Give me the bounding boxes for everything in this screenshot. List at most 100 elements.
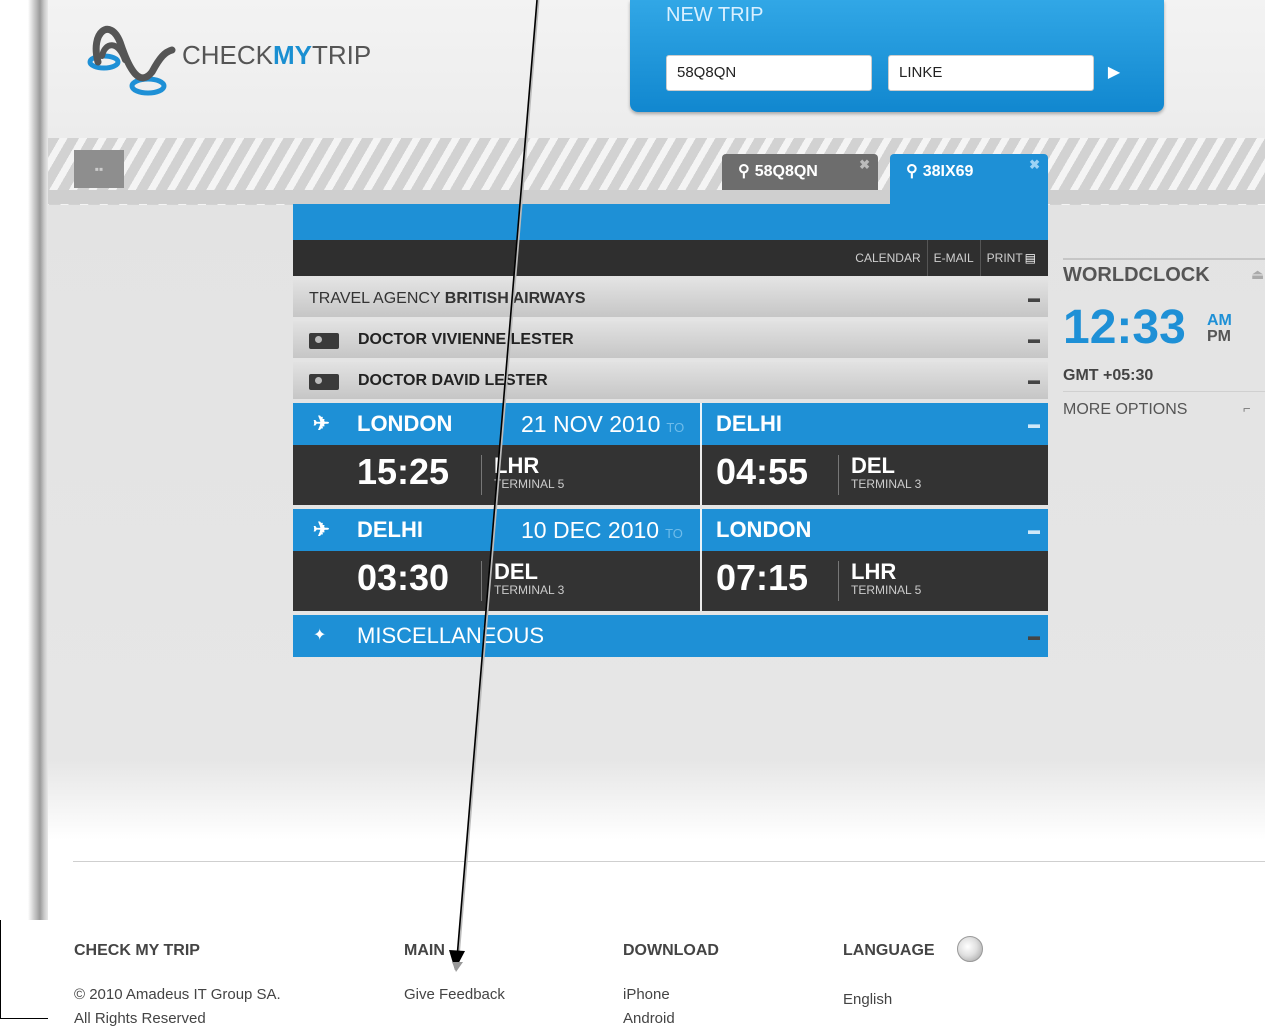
footer-divider (73, 861, 1265, 862)
more-options-link[interactable]: MORE OPTIONS (1063, 401, 1187, 419)
person-icon (309, 333, 339, 349)
segment-split (700, 509, 702, 611)
flight-times: 03:30 DEL TERMINAL 3 07:15 LHR TERMINAL … (293, 551, 1048, 611)
collapse-icon[interactable]: ▬ (1028, 362, 1040, 399)
footer-col-title: DOWNLOAD (623, 942, 719, 959)
departure-airport: LHR (494, 453, 540, 478)
tab-trip-58q8qn[interactable]: ⚲ 58Q8QN ✖ (722, 154, 878, 190)
am-label[interactable]: AM (1207, 313, 1232, 329)
plane-icon: ✈ (313, 519, 330, 541)
footer-col-title: MAIN (404, 942, 445, 959)
divider (481, 455, 482, 495)
to-word: TO (666, 420, 685, 435)
calendar-link[interactable]: CALENDAR (849, 240, 926, 276)
agency-name: BRITISH AIRWAYS (444, 290, 586, 307)
timezone-offset: GMT +05:30 (1063, 367, 1154, 384)
footer-col-title: LANGUAGE (843, 942, 935, 959)
collapse-icon[interactable]: ▬ (1028, 280, 1040, 317)
destination-city: DELHI (716, 411, 782, 436)
home-icon: ▪▪ (94, 162, 104, 176)
tab-trip-38ix69[interactable]: ⚲ 38IX69 ✖ (890, 154, 1048, 204)
flight-date: 21 NOV 2010 (521, 411, 661, 437)
flight-date-wrap: 10 DEC 2010 TO (521, 509, 683, 555)
home-tab[interactable]: ▪▪ (74, 150, 124, 188)
arrival-airport: LHR (851, 559, 897, 584)
give-feedback-link[interactable]: Give Feedback (404, 986, 505, 1003)
collapse-icon[interactable]: ▬ (1028, 615, 1040, 657)
rights-text: All Rights Reserved (74, 1010, 206, 1027)
logo-icon[interactable] (80, 12, 180, 102)
iphone-link[interactable]: iPhone (623, 986, 670, 1003)
pin-icon: ⚲ (738, 163, 750, 180)
miscellaneous-label: MISCELLANEOUS (357, 623, 545, 648)
departure-time: 03:30 (357, 557, 450, 598)
flight-segment[interactable]: ✈ DELHI 10 DEC 2010 TO LONDON ▬ 03:30 DEL… (293, 509, 1048, 611)
email-link[interactable]: E-MAIL (926, 240, 980, 276)
plane-icon: ✈ (313, 413, 330, 435)
android-link[interactable]: Android (623, 1010, 675, 1027)
divider (838, 455, 839, 495)
globe-icon (957, 936, 983, 962)
worldclock-top-line (1063, 258, 1265, 260)
itinerary-toolbar: CALENDAR E-MAIL PRINT ▤ (293, 240, 1048, 276)
eject-icon[interactable]: ⏏ (1251, 266, 1264, 283)
departure-terminal: TERMINAL 5 (494, 477, 565, 491)
flight-header: ✈ LONDON 21 NOV 2010 TO DELHI ▬ (293, 403, 1048, 445)
flight-date-wrap: 21 NOV 2010 TO (521, 403, 684, 449)
options-icon[interactable]: ⌐ (1243, 401, 1251, 416)
new-trip-panel: NEW TRIP 58Q8QN LINKE ▶ (630, 0, 1164, 112)
tab-label: 58Q8QN (754, 163, 818, 180)
new-trip-title: NEW TRIP (666, 4, 764, 26)
collapse-icon[interactable]: ▬ (1028, 321, 1040, 358)
left-shadow (0, 0, 48, 920)
agency-label: TRAVEL AGENCY (309, 290, 441, 307)
divider (1063, 391, 1265, 392)
origin-city: DELHI (357, 517, 423, 542)
booking-reference-input[interactable]: 58Q8QN (666, 55, 872, 91)
language-link[interactable]: English (843, 991, 892, 1008)
close-icon[interactable]: ✖ (859, 154, 870, 176)
traveller-name: DOCTOR VIVIENNE LESTER (358, 331, 574, 348)
collapse-icon[interactable]: ▬ (1028, 403, 1040, 445)
footer-col-title: CHECK MY TRIP (74, 942, 200, 959)
pin-icon: ⚲ (906, 163, 918, 180)
arrival-terminal: TERMINAL 3 (851, 477, 922, 491)
departure-airport: DEL (494, 559, 538, 584)
itinerary-header-bar (293, 204, 1048, 240)
segment-split (700, 403, 702, 505)
traveller-row[interactable]: DOCTOR VIVIENNE LESTER ▬ (293, 321, 1048, 358)
miscellaneous-row[interactable]: ✦ MISCELLANEOUS ▬ (293, 615, 1048, 657)
worldclock-title: WORLDCLOCK (1063, 264, 1210, 286)
print-link[interactable]: PRINT ▤ (979, 240, 1042, 276)
close-icon[interactable]: ✖ (1029, 154, 1040, 176)
go-arrow-icon[interactable]: ▶ (1102, 60, 1126, 86)
departure-time: 15:25 (357, 451, 450, 492)
am-pm-indicator: AM PM (1207, 313, 1232, 345)
destination-city: LONDON (716, 517, 812, 542)
flight-header: ✈ DELHI 10 DEC 2010 TO LONDON ▬ (293, 509, 1048, 551)
print-icon: ▤ (1024, 251, 1036, 265)
travel-agency-row[interactable]: TRAVEL AGENCY BRITISH AIRWAYS ▬ (293, 280, 1048, 317)
logo-text: CHECKMYTRIP (182, 40, 372, 70)
pm-label[interactable]: PM (1207, 329, 1232, 345)
flight-date: 10 DEC 2010 (521, 517, 660, 543)
tab-label: 38IX69 (922, 163, 974, 180)
arrival-terminal: TERMINAL 5 (851, 583, 922, 597)
person-icon (309, 374, 339, 390)
to-word: TO (665, 526, 683, 541)
collapse-icon[interactable]: ▬ (1028, 509, 1040, 551)
last-name-input[interactable]: LINKE (888, 55, 1094, 91)
flight-segment[interactable]: ✈ LONDON 21 NOV 2010 TO DELHI ▬ 15:25 LHR… (293, 403, 1048, 505)
itinerary-panel: CALENDAR E-MAIL PRINT ▤ TRAVEL AGENCY BRITI… (293, 204, 1048, 657)
arrival-airport: DEL (851, 453, 895, 478)
tab-strip-base (48, 190, 1265, 204)
arrival-time: 07:15 (716, 557, 809, 598)
copyright-text: © 2010 Amadeus IT Group SA. (74, 986, 281, 1003)
origin-city: LONDON (357, 411, 453, 436)
traveller-row[interactable]: DOCTOR DAVID LESTER ▬ (293, 362, 1048, 399)
flight-times: 15:25 LHR TERMINAL 5 04:55 DEL TERMINAL … (293, 445, 1048, 505)
worldclock-time: 12:33 (1063, 301, 1186, 354)
traveller-name: DOCTOR DAVID LESTER (358, 372, 548, 389)
divider (838, 561, 839, 601)
sparkle-icon: ✦ (313, 627, 327, 644)
